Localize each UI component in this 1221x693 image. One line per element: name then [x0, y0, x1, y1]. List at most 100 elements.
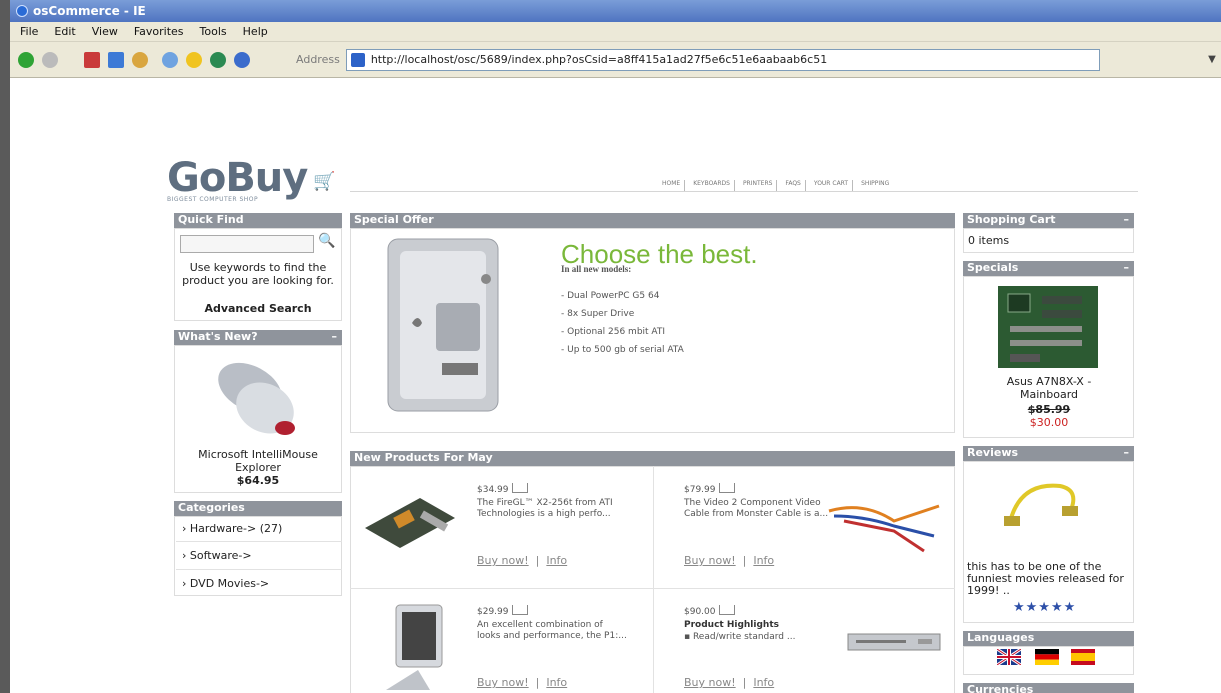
forward-icon[interactable]: [42, 51, 58, 68]
new-products-header: New Products For May: [350, 451, 955, 466]
quick-find-input[interactable]: [180, 235, 314, 253]
product-description: An excellent combination of looks and pe…: [477, 620, 627, 641]
quick-find-title: Quick Find: [178, 213, 244, 226]
info-link[interactable]: Info: [546, 554, 567, 567]
menu-tools[interactable]: Tools: [200, 25, 227, 38]
page-icon: [350, 52, 365, 67]
category-divider: [176, 569, 342, 570]
category-dvd[interactable]: › DVD Movies->: [182, 577, 269, 590]
browser-toolbar: Address http://localhost/osc/5689/index.…: [10, 42, 1221, 78]
cart-icon[interactable]: [718, 483, 735, 493]
currencies-header: Currencies: [963, 683, 1134, 693]
reviews-header: Reviews –: [963, 446, 1134, 461]
category-software[interactable]: › Software->: [182, 549, 252, 562]
intellimouse-image[interactable]: [210, 353, 310, 448]
product-description: ▪ Read/write standard ...: [684, 632, 796, 642]
spanish-flag-icon[interactable]: [1071, 649, 1095, 665]
special-offer-title: Special Offer: [354, 213, 434, 226]
languages-header: Languages: [963, 631, 1134, 646]
logo-text: GoBuy: [167, 155, 308, 201]
english-flag-icon[interactable]: [997, 649, 1021, 665]
address-dropdown-icon[interactable]: ▼: [1203, 50, 1221, 70]
review-text[interactable]: this has to be one of the funniest movie…: [967, 561, 1132, 597]
address-url[interactable]: http://localhost/osc/5689/index.php?osCs…: [371, 53, 827, 66]
menu-help[interactable]: Help: [243, 25, 268, 38]
category-hardware-label[interactable]: Hardware-> (27): [190, 522, 282, 535]
buy-now-link[interactable]: Buy now!: [477, 676, 529, 689]
whats-new-title: What's New?: [178, 330, 258, 343]
window-titlebar: osCommerce - IE: [10, 0, 1221, 22]
cart-icon[interactable]: [511, 605, 528, 615]
product-links: Buy now! | Info: [477, 554, 568, 567]
info-link[interactable]: Info: [753, 676, 774, 689]
specials-header: Specials –: [963, 261, 1134, 276]
review-stars: ★★★★★: [1013, 600, 1077, 615]
product-grid-divider: [350, 588, 955, 589]
specials-product[interactable]: Asus A7N8X-X - Mainboard: [980, 375, 1118, 401]
cart-icon[interactable]: [511, 483, 528, 493]
web-page: GoBuy 🛒 BIGGEST COMPUTER SHOP HOME KEYBO…: [10, 78, 1221, 693]
german-flag-icon[interactable]: [1035, 649, 1059, 665]
cart-logo-icon: 🛒: [313, 171, 336, 192]
site-logo[interactable]: GoBuy 🛒 BIGGEST COMPUTER SHOP: [167, 158, 367, 208]
specials-old-price: $85.99: [1027, 403, 1071, 416]
collapse-icon[interactable]: –: [332, 330, 338, 344]
product-title: Product Highlights: [684, 620, 779, 630]
collapse-icon[interactable]: –: [1124, 446, 1130, 460]
languages-title: Languages: [967, 631, 1035, 644]
menu-edit[interactable]: Edit: [54, 25, 75, 38]
address-label: Address: [296, 53, 340, 66]
dvd-drive-image[interactable]: [846, 631, 942, 653]
search-icon[interactable]: 🔍: [318, 233, 335, 249]
address-bar[interactable]: http://localhost/osc/5689/index.php?osCs…: [345, 48, 1100, 71]
new-products-title: New Products For May: [354, 451, 493, 464]
collapse-icon[interactable]: –: [1124, 261, 1130, 275]
specials-new-price: $30.00: [1029, 416, 1069, 429]
menu-favorites[interactable]: Favorites: [134, 25, 184, 38]
product-price: $29.99: [477, 605, 528, 617]
power-mac-image[interactable]: [382, 233, 504, 418]
collapse-icon[interactable]: –: [1124, 213, 1130, 227]
buy-now-link[interactable]: Buy now!: [684, 554, 736, 567]
cart-icon[interactable]: [718, 605, 735, 615]
specials-title: Specials: [967, 261, 1019, 274]
window-title: osCommerce - IE: [33, 4, 146, 18]
refresh-icon[interactable]: [108, 51, 124, 68]
menu-file[interactable]: File: [20, 25, 38, 38]
mainboard-image[interactable]: [996, 284, 1100, 370]
whats-new-price: $64.95: [236, 474, 280, 487]
favorites-icon[interactable]: [186, 51, 202, 68]
header-divider: [350, 191, 1138, 192]
home-icon[interactable]: [132, 51, 148, 68]
advanced-search-link[interactable]: Advanced Search: [180, 302, 336, 315]
media-icon[interactable]: [210, 51, 226, 68]
buy-now-link[interactable]: Buy now!: [684, 676, 736, 689]
category-hardware[interactable]: › Hardware-> (27): [182, 522, 282, 535]
product-links: Buy now! | Info: [684, 676, 775, 689]
menu-bar: File Edit View Favorites Tools Help: [10, 22, 1221, 42]
category-dvd-label[interactable]: DVD Movies->: [190, 577, 269, 590]
offer-bullet: - 8x Super Drive: [561, 309, 635, 319]
cable-review-image[interactable]: [1000, 472, 1084, 536]
buy-now-link[interactable]: Buy now!: [477, 554, 529, 567]
ie-logo-icon: [16, 5, 28, 17]
menu-view[interactable]: View: [92, 25, 118, 38]
monitor-image[interactable]: [378, 600, 448, 692]
product-links: Buy now! | Info: [477, 676, 568, 689]
whats-new-product[interactable]: Microsoft IntelliMouse Explorer: [176, 448, 340, 474]
shopping-cart-header: Shopping Cart –: [963, 213, 1134, 228]
product-grid-divider: [653, 466, 654, 693]
product-links: Buy now! | Info: [684, 554, 775, 567]
offer-bullet: - Optional 256 mbit ATI: [561, 327, 666, 337]
stop-icon[interactable]: [84, 51, 100, 68]
info-link[interactable]: Info: [753, 554, 774, 567]
video-cable-image[interactable]: [824, 496, 944, 556]
offer-bullet: - Up to 500 gb of serial ATA: [561, 345, 684, 355]
back-icon[interactable]: [18, 51, 34, 68]
history-icon[interactable]: [234, 51, 250, 68]
firegl-card-image[interactable]: [360, 493, 460, 553]
info-link[interactable]: Info: [546, 676, 567, 689]
browser-window: osCommerce - IE File Edit View Favorites…: [0, 0, 1221, 693]
category-software-label[interactable]: Software->: [190, 549, 252, 562]
search-icon[interactable]: [162, 51, 178, 68]
